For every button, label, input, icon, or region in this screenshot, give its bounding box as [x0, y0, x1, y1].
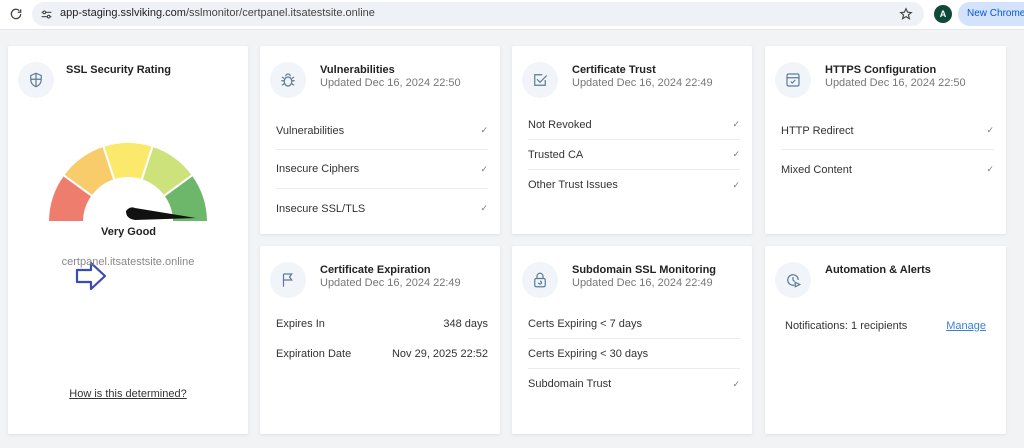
row-value: 348 days: [443, 318, 488, 330]
shield-icon: [18, 62, 54, 98]
rating-grade: Very Good: [101, 226, 157, 238]
list-item: HTTP Redirect ✓: [781, 112, 994, 150]
profile-avatar[interactable]: A: [934, 5, 952, 23]
https-configuration-list: HTTP Redirect ✓ Mixed Content ✓: [781, 112, 994, 189]
list-item: Insecure SSL/TLS ✓: [276, 189, 488, 228]
check-icon: ✓: [732, 149, 740, 159]
notifications-text: Notifications: 1 recipients: [785, 320, 908, 332]
row-label: Expires In: [276, 318, 325, 330]
list-item: Certs Expiring < 7 days: [528, 309, 740, 339]
rating-gauge: [46, 141, 210, 223]
automation-alerts-card: Automation & Alerts Notifications: 1 rec…: [765, 246, 1006, 434]
list-item: Insecure Ciphers ✓: [276, 150, 488, 189]
check-icon: ✓: [732, 179, 740, 190]
list-item: Vulnerabilities ✓: [276, 112, 488, 150]
automation-alerts-title: Automation & Alerts: [825, 264, 931, 276]
row-label: Other Trust Issues: [528, 179, 618, 191]
row-label: Not Revoked: [528, 118, 592, 131]
check-icon: ✓: [986, 164, 994, 174]
rating-domain: certpanel.itsatestsite.online: [61, 256, 195, 268]
list-item: Subdomain Trust ✓: [528, 369, 740, 399]
row-label: Certs Expiring < 30 days: [528, 347, 649, 360]
check-icon: ✓: [480, 203, 488, 213]
checkbox-icon: [522, 62, 558, 98]
vulnerabilities-card: Vulnerabilities Updated Dec 16, 2024 22:…: [260, 46, 500, 234]
bookmark-star-icon[interactable]: [898, 6, 914, 22]
row-label: Insecure SSL/TLS: [276, 202, 366, 215]
manage-link[interactable]: Manage: [946, 320, 986, 332]
browser-window-icon: [775, 62, 811, 98]
row-label: Certs Expiring < 7 days: [528, 317, 643, 330]
row-label: Insecure Ciphers: [276, 163, 360, 175]
row-value: Nov 29, 2025 22:52: [391, 348, 488, 360]
list-item: Trusted CA ✓: [528, 140, 740, 170]
url-path: /sslmonitor/certpanel.itsatestsite.onlin…: [185, 7, 375, 19]
how-determined-link[interactable]: How is this determined?: [8, 388, 248, 400]
check-icon: ✓: [732, 378, 740, 389]
ssl-rating-title: SSL Security Rating: [66, 64, 171, 76]
lock-refresh-icon: [522, 262, 558, 298]
notifications-row: Notifications: 1 recipients Manage: [785, 320, 986, 332]
certificate-trust-card: Certificate Trust Updated Dec 16, 2024 2…: [512, 46, 752, 234]
row-label: Mixed Content: [781, 163, 852, 176]
row-label: Subdomain Trust: [528, 378, 612, 390]
https-configuration-card: HTTPS Configuration Updated Dec 16, 2024…: [765, 46, 1006, 234]
row-label: Expiration Date: [276, 348, 352, 360]
clock-play-icon: [775, 262, 811, 298]
list-item: Certs Expiring < 30 days: [528, 339, 740, 369]
check-icon: ✓: [732, 119, 740, 129]
certificate-trust-list: Not Revoked ✓ Trusted CA ✓ Other Trust Iss…: [528, 110, 740, 200]
check-icon: ✓: [480, 125, 488, 135]
list-item: Expiration Date Nov 29, 2025 22:52: [276, 339, 488, 369]
certificate-trust-title: Certificate Trust: [572, 64, 656, 76]
vulnerabilities-updated: Updated Dec 16, 2024 22:50: [320, 77, 461, 89]
ssl-rating-card: SSL Security Rating Very Good certpanel.…: [8, 46, 248, 434]
url-host: app-staging.sslviking.com: [60, 7, 186, 19]
certificate-expiration-list: Expires In 348 days Expiration Date Nov 29…: [276, 309, 488, 369]
certificate-expiration-updated: Updated Dec 16, 2024 22:49: [320, 277, 461, 289]
list-item: Expires In 348 days: [276, 309, 488, 339]
check-icon: ✓: [986, 125, 994, 135]
list-item: Not Revoked ✓: [528, 110, 740, 140]
list-item: Other Trust Issues ✓: [528, 170, 740, 200]
row-label: Vulnerabilities: [276, 124, 345, 137]
certificate-trust-updated: Updated Dec 16, 2024 22:49: [572, 77, 713, 89]
row-label: Trusted CA: [528, 148, 584, 161]
list-item: Mixed Content ✓: [781, 150, 994, 189]
https-configuration-title: HTTPS Configuration: [825, 64, 937, 76]
flag-icon: [270, 262, 306, 298]
browser-toolbar: app-staging.sslviking.com/sslmonitor/cer…: [0, 0, 1024, 30]
reload-icon[interactable]: [6, 4, 26, 24]
bug-icon: [270, 62, 306, 98]
subdomain-monitoring-title: Subdomain SSL Monitoring: [572, 264, 717, 276]
vulnerabilities-title: Vulnerabilities: [320, 64, 395, 76]
address-bar[interactable]: app-staging.sslviking.com/sslmonitor/cer…: [32, 2, 924, 26]
subdomain-monitoring-list: Certs Expiring < 7 days Certs Expiring <…: [528, 309, 740, 399]
vulnerabilities-list: Vulnerabilities ✓ Insecure Ciphers ✓ Insec…: [276, 112, 488, 228]
row-label: HTTP Redirect: [781, 124, 854, 137]
subdomain-monitoring-card: Subdomain SSL Monitoring Updated Dec 16,…: [512, 246, 752, 434]
certificate-expiration-title: Certificate Expiration: [320, 264, 431, 276]
check-icon: ✓: [480, 163, 488, 174]
subdomain-monitoring-updated: Updated Dec 16, 2024 22:49: [572, 277, 713, 289]
certificate-expiration-card: Certificate Expiration Updated Dec 16, 2…: [260, 246, 500, 434]
https-configuration-updated: Updated Dec 16, 2024 22:50: [825, 77, 966, 89]
site-settings-icon[interactable]: [38, 6, 54, 22]
new-chrome-button[interactable]: New Chrome a: [958, 2, 1024, 26]
url-text[interactable]: app-staging.sslviking.com/sslmonitor/cer…: [60, 7, 375, 19]
